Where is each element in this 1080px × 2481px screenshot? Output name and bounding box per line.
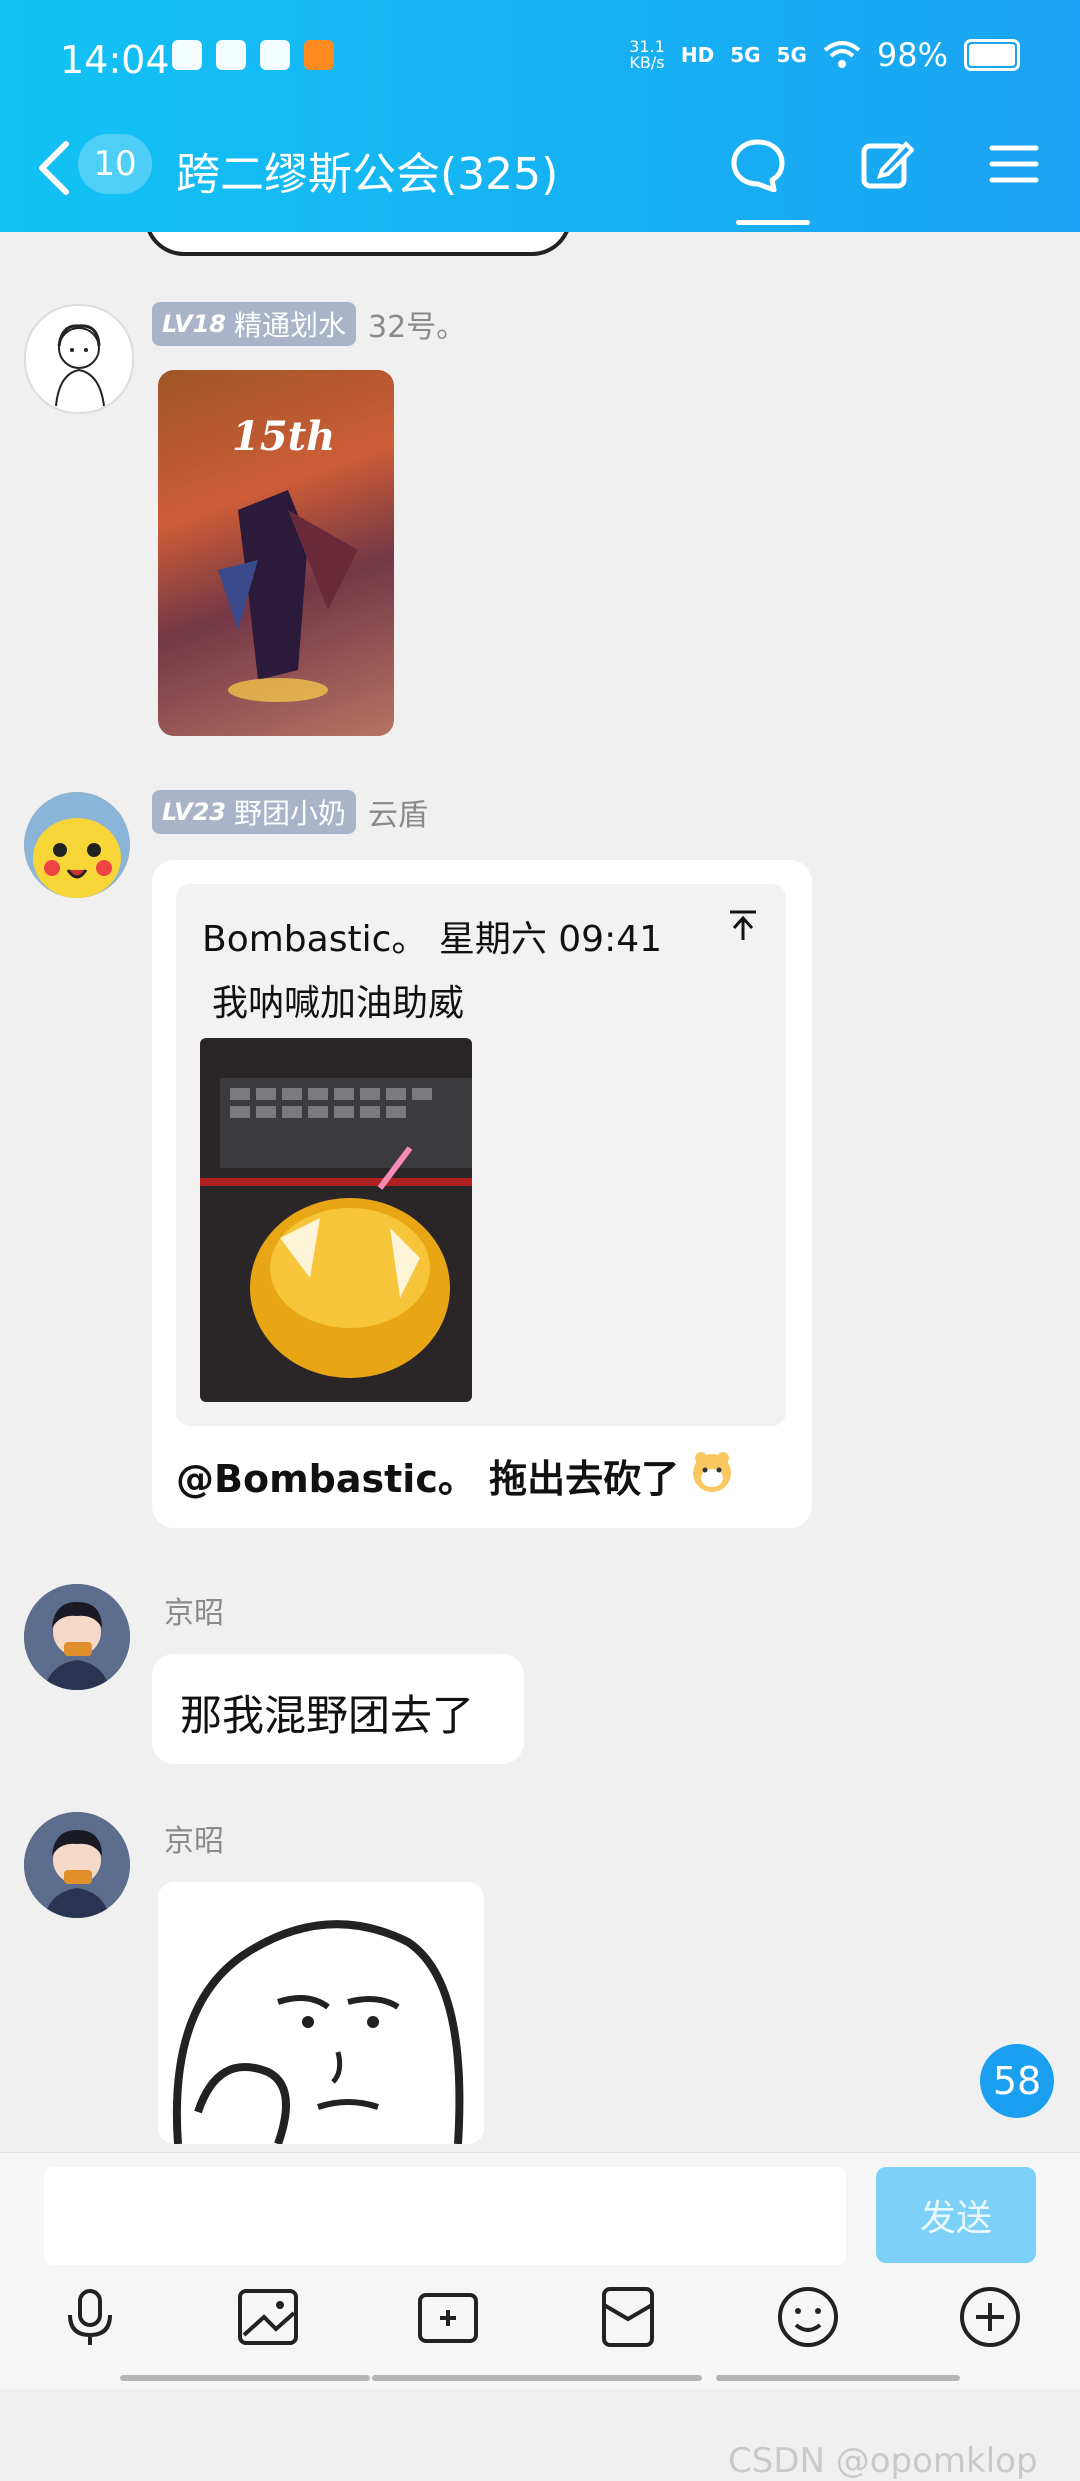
- back-chevron-icon[interactable]: [34, 138, 74, 209]
- previous-message-fragment: [144, 232, 572, 256]
- message-feed[interactable]: LV18 精通划水 32号。 15th LV23 野团小奶 云盾 Bombast…: [0, 232, 1080, 2152]
- new-messages-badge[interactable]: 58: [980, 2044, 1054, 2118]
- sender-name[interactable]: 32号。: [368, 302, 466, 346]
- battery-icon: [964, 39, 1020, 71]
- game-screenshot-image[interactable]: 15th: [158, 370, 394, 736]
- signal-5g-icon-2: 5G: [776, 43, 807, 67]
- home-indicator: [120, 2375, 370, 2381]
- unread-count-badge[interactable]: 10: [78, 134, 152, 194]
- sender-name[interactable]: 云盾: [368, 790, 428, 834]
- input-bar: 发送 CSDN @opomklop: [0, 2152, 1080, 2481]
- text-message-bubble[interactable]: 那我混野团去了: [152, 1654, 524, 1764]
- navbar: 10 跨二缪斯公会(325): [0, 120, 1080, 232]
- camera-icon[interactable]: [416, 2285, 480, 2349]
- avatar[interactable]: [24, 1812, 130, 1918]
- status-time: 14:04: [60, 38, 170, 82]
- battery-percent: 98%: [876, 36, 948, 74]
- gift-app-icon: [216, 40, 246, 70]
- reply-text: @Bombastic。 拖出去砍了: [176, 1448, 735, 1503]
- game-app-icon: [304, 40, 334, 70]
- wifi-icon: [823, 41, 861, 68]
- status-bar: 14:04 31.1 KB/s HD 5G 5G 98%: [0, 0, 1080, 120]
- avatar[interactable]: [24, 1584, 130, 1690]
- active-tab-indicator: [736, 220, 810, 225]
- level-badge: LV23 野团小奶: [152, 790, 356, 834]
- plus-icon[interactable]: [958, 2285, 1022, 2349]
- sender-line: LV18 精通划水 32号。: [152, 302, 466, 346]
- quote-author: Bombastic。 星期六 09:41: [202, 919, 663, 960]
- message-text: 那我混野团去了: [180, 1691, 475, 1740]
- net-speed: 31.1 KB/s: [629, 37, 665, 72]
- avatar[interactable]: [24, 304, 134, 414]
- chat-bubble-icon[interactable]: [730, 136, 786, 193]
- send-button[interactable]: 发送: [876, 2167, 1036, 2263]
- tv-app-icon: [172, 40, 202, 70]
- hd-icon: HD: [680, 43, 715, 67]
- quote-reply-bubble[interactable]: Bombastic。 星期六 09:41 我呐喊加油助威 @Bombastic。…: [152, 860, 812, 1528]
- watermark: CSDN @opomklop: [728, 2441, 1038, 2481]
- sender-line: 京昭: [164, 1588, 224, 1632]
- quote-text: 我呐喊加油助威: [212, 983, 465, 1024]
- quoted-photo[interactable]: [200, 1038, 472, 1402]
- header: 14:04 31.1 KB/s HD 5G 5G 98% 10 跨二缪斯公会(3…: [0, 0, 1080, 232]
- image-icon[interactable]: [236, 2285, 300, 2349]
- signal-5g-icon: 5G: [730, 43, 761, 67]
- avatar[interactable]: [24, 792, 130, 898]
- sticker-image[interactable]: [158, 1882, 484, 2144]
- svg-text:15th: 15th: [232, 413, 335, 460]
- edit-note-icon[interactable]: [858, 136, 915, 192]
- nav-icons: [730, 136, 1042, 193]
- message-input[interactable]: [44, 2167, 846, 2265]
- menu-icon[interactable]: [986, 136, 1042, 192]
- hamster-emoji-icon: [689, 1448, 735, 1503]
- level-badge: LV18 精通划水: [152, 302, 356, 346]
- sender-line: 京昭: [164, 1816, 224, 1860]
- sender-name[interactable]: 京昭: [164, 1588, 224, 1632]
- microphone-icon[interactable]: [58, 2285, 122, 2349]
- jump-to-top-icon[interactable]: [726, 908, 760, 951]
- notification-icons: [172, 40, 334, 70]
- status-right: 31.1 KB/s HD 5G 5G 98%: [629, 36, 1020, 74]
- sender-name[interactable]: 京昭: [164, 1816, 224, 1860]
- group-title[interactable]: 跨二缪斯公会(325): [176, 138, 558, 202]
- paw-app-icon: [260, 40, 290, 70]
- input-toolbar: CSDN @opomklop: [0, 2285, 1080, 2481]
- quoted-message[interactable]: Bombastic。 星期六 09:41 我呐喊加油助威: [176, 884, 786, 1426]
- emoji-icon[interactable]: [776, 2285, 840, 2349]
- home-indicator-2: [372, 2375, 702, 2381]
- home-indicator-3: [716, 2375, 960, 2381]
- red-packet-icon[interactable]: [596, 2285, 660, 2349]
- sender-line: LV23 野团小奶 云盾: [152, 790, 428, 834]
